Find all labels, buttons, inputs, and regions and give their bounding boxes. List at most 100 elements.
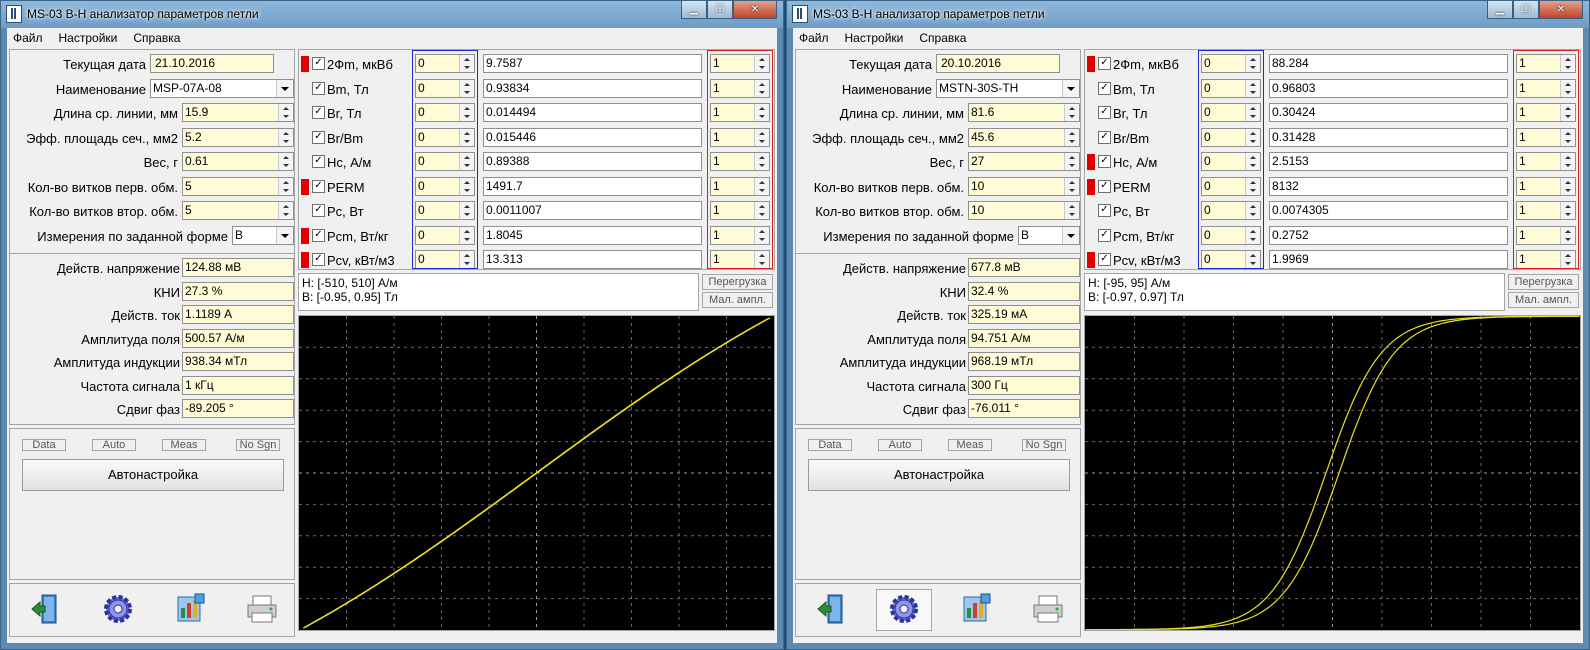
measure-checkbox[interactable]: ✓ [1098,106,1111,119]
measure-row: ✓ Hc, А/м 0 2.5153 1 [1085,151,1582,173]
menu-item-file[interactable]: Файл [799,31,829,45]
maximize-button[interactable]: ☐ [1513,1,1539,19]
combo-field[interactable]: B [232,225,294,245]
minimize-button[interactable]: ▁ [681,1,707,19]
measure-checkbox[interactable]: ✓ [1098,204,1111,217]
param-input[interactable]: 45.6 [968,127,1080,147]
spin-arrows[interactable] [278,202,293,219]
gear-button[interactable] [90,589,146,631]
dropdown-arrow-icon[interactable] [1062,226,1079,244]
spin-arrows[interactable] [278,128,293,146]
measure-value-text: 0.0074305 [1272,203,1329,217]
display-flag [301,56,309,72]
maximize-button[interactable]: ☐ [707,1,733,19]
measure-value: 0.0011007 [483,201,702,220]
readouts-panel: Действ. напряжение 677.8 мВ КНИ 32.4 % Дейст… [795,253,1081,425]
low-amplitude-indicator: Мал. ампл. [1508,292,1579,308]
measure-checkbox[interactable]: ✓ [312,253,325,266]
printer-button[interactable] [234,589,290,631]
exit-button[interactable] [804,589,860,631]
readout-value: 968.19 мТл [968,352,1080,371]
readout-value: 677.8 мВ [968,258,1080,277]
menu-item-settings[interactable]: Настройки [59,31,118,45]
measure-checkbox[interactable]: ✓ [312,179,325,193]
param-row: Наименование MSTN-30S-TH [796,78,1082,100]
readout-text: 325.19 мА [971,307,1028,321]
combo-field[interactable]: MSTN-30S-TH [936,78,1080,98]
param-input[interactable]: 10 [968,201,1080,220]
display-flag [301,178,309,195]
spin-arrows[interactable] [278,153,293,170]
param-input[interactable]: 10 [968,176,1080,196]
date-field[interactable]: 21.10.2016 [150,54,274,73]
spin-arrows[interactable] [278,104,293,121]
scale-info: H: [-510, 510] А/м B: [-0.95, 0.95] Тл [298,273,699,311]
close-button[interactable]: ✕ [1539,1,1583,19]
measure-checkbox[interactable]: ✓ [312,130,325,144]
measure-checkbox[interactable]: ✓ [1098,81,1111,95]
date-field[interactable]: 20.10.2016 [936,54,1060,73]
chart-button[interactable] [162,589,218,631]
param-row: Наименование MSP-07A-08 [10,78,296,100]
menu-item-help[interactable]: Справка [133,31,180,45]
gear-button[interactable] [876,589,932,631]
measure-value: 0.2752 [1269,225,1508,245]
measure-checkbox[interactable]: ✓ [312,81,325,95]
measure-checkbox[interactable]: ✓ [312,155,325,168]
combo-field[interactable]: MSP-07A-08 [150,78,294,98]
param-input[interactable]: 5 [182,176,294,196]
param-input[interactable]: 15.9 [182,103,294,122]
close-button[interactable]: ✕ [733,1,777,19]
title-bar[interactable]: MS-03 B-H анализатор параметров петли ▁ ☐ ✕ [1,1,783,28]
measure-checkbox[interactable]: ✓ [1098,130,1111,144]
minimize-button[interactable]: ▁ [1487,1,1513,19]
param-input[interactable]: 5 [182,201,294,220]
chart-button[interactable] [948,589,1004,631]
param-value: 81.6 [971,105,995,119]
measure-checkbox[interactable]: ✓ [1098,155,1111,168]
gear-icon [887,592,921,629]
measure-label: Pcv, кВт/м3 [1113,253,1181,268]
exit-icon [815,592,849,629]
autotune-button[interactable]: Автонастройка [22,459,284,491]
measure-checkbox[interactable]: ✓ [1098,228,1111,242]
spin-arrows[interactable] [1064,202,1079,219]
dropdown-arrow-icon[interactable] [276,79,293,97]
combo-field[interactable]: B [1018,225,1080,245]
spin-arrows[interactable] [1064,153,1079,170]
measure-checkbox[interactable]: ✓ [1098,253,1111,266]
low-amplitude-indicator: Мал. ампл. [702,292,773,308]
spin-arrows[interactable] [278,177,293,195]
measure-checkbox[interactable]: ✓ [1098,57,1111,70]
menu-item-help[interactable]: Справка [919,31,966,45]
spin-arrows[interactable] [1064,177,1079,195]
printer-button[interactable] [1020,589,1076,631]
param-row: Текущая дата 21.10.2016 [10,53,296,75]
exit-button[interactable] [18,589,74,631]
measure-checkbox[interactable]: ✓ [312,106,325,119]
param-input[interactable]: 0.61 [182,152,294,171]
spin-arrows[interactable] [1064,104,1079,121]
measure-checkbox[interactable]: ✓ [312,228,325,242]
readout-label: Действ. ток [111,308,180,323]
param-input[interactable]: 81.6 [968,103,1080,122]
param-input[interactable]: 5.2 [182,127,294,147]
menu-item-settings[interactable]: Настройки [845,31,904,45]
indicator-auto: Auto [92,439,136,451]
measure-checkbox[interactable]: ✓ [1098,179,1111,193]
menu-item-file[interactable]: Файл [13,31,43,45]
spin-arrows[interactable] [1064,128,1079,146]
readout-row: Действ. напряжение 124.88 мВ [10,257,296,279]
measure-checkbox[interactable]: ✓ [312,204,325,217]
title-bar[interactable]: MS-03 B-H анализатор параметров петли ▁ ☐ ✕ [787,1,1589,28]
param-input[interactable]: 27 [968,152,1080,171]
readout-row: Действ. ток 325.19 мА [796,304,1082,326]
control-panel: Data Auto Meas No Sgn Автонастройка [795,428,1081,580]
display-flag [1087,154,1095,170]
measure-row: ✓ Bm, Тл 0 0.93834 1 [299,78,776,100]
measure-row: ✓ Br, Тл 0 0.014494 1 [299,102,776,124]
autotune-button[interactable]: Автонастройка [808,459,1070,491]
dropdown-arrow-icon[interactable] [1062,79,1079,97]
measure-checkbox[interactable]: ✓ [312,57,325,70]
dropdown-arrow-icon[interactable] [276,226,293,244]
